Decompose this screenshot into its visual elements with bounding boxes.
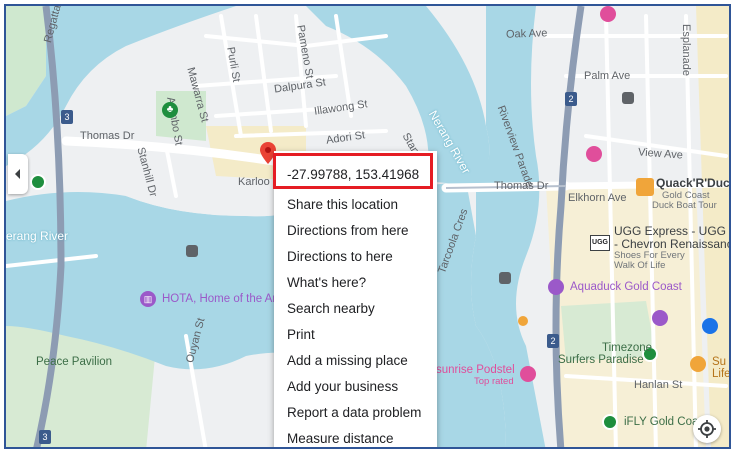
my-location-button[interactable] — [693, 415, 721, 443]
park-tree-icon[interactable]: ♣ — [162, 102, 178, 118]
poi-label[interactable]: HOTA, Home of the Arts — [162, 293, 285, 305]
park-marker-icon[interactable] — [602, 414, 618, 430]
route-shield-icon: 2 — [547, 334, 559, 348]
water-label: erang River — [6, 229, 69, 243]
menu-item-report-data-problem[interactable]: Report a data problem — [287, 405, 421, 420]
duck-boat-icon[interactable] — [636, 178, 654, 196]
menu-item-directions-to[interactable]: Directions to here — [287, 249, 393, 264]
attraction-icon[interactable] — [652, 310, 668, 326]
poi-label[interactable]: Aquaduck Gold Coast — [570, 281, 682, 293]
attraction-icon[interactable] — [548, 279, 564, 295]
menu-item-search-nearby[interactable]: Search nearby — [287, 301, 375, 316]
shopping-icon[interactable] — [702, 318, 718, 334]
street-label: Karloo — [238, 176, 270, 188]
poi-label[interactable]: - Chevron Renaissance — [614, 237, 729, 251]
hotel-icon[interactable] — [520, 366, 536, 382]
collapse-panel-button[interactable] — [8, 154, 28, 194]
poi-label[interactable]: Timezone — [602, 342, 652, 354]
transit-icon[interactable] — [499, 272, 511, 284]
museum-icon[interactable]: ▥ — [140, 291, 156, 307]
street-label: Elkhorn Ave — [568, 192, 627, 204]
route-shield-icon: 3 — [61, 110, 73, 124]
transit-icon[interactable] — [186, 245, 198, 257]
menu-item-whats-here[interactable]: What's here? — [287, 275, 366, 290]
street-label: Esplanade — [680, 24, 692, 76]
hotel-icon[interactable] — [600, 6, 616, 22]
poi-label[interactable]: iFLY Gold Coa — [624, 416, 698, 428]
hotel-icon[interactable] — [586, 146, 602, 162]
transit-icon[interactable] — [622, 92, 634, 104]
street-label: Oak Ave — [505, 27, 548, 41]
street-label: Hanlan St — [634, 379, 683, 391]
my-location-icon — [698, 420, 716, 438]
context-menu: -27.99788, 153.41968 Share this location… — [274, 151, 437, 447]
map-window: Regatta Parade Mawarra St Purli St Pamen… — [4, 4, 731, 449]
bar-icon[interactable] — [690, 356, 706, 372]
poi-sublabel: Duck Boat Tour — [652, 200, 717, 211]
menu-item-add-business[interactable]: Add your business — [287, 379, 398, 394]
poi-sublabel: Top rated — [474, 376, 514, 387]
poi-label[interactable]: Surfers Paradise — [558, 354, 644, 366]
poi-label[interactable]: Peace Pavilion — [36, 356, 112, 368]
chevron-left-icon — [15, 169, 20, 179]
street-label: Thomas Dr — [80, 130, 135, 142]
poi-sublabel: Walk Of Life — [614, 260, 666, 271]
menu-item-share-location[interactable]: Share this location — [287, 197, 398, 212]
poi-marker-icon[interactable] — [30, 174, 46, 190]
coordinates-highlight — [273, 153, 433, 189]
poi-label[interactable]: Quack'R'Duck — [656, 176, 729, 190]
route-shield-icon: 3 — [39, 430, 51, 444]
menu-item-print[interactable]: Print — [287, 327, 315, 342]
poi-label[interactable]: Su — [712, 356, 726, 368]
route-shield-icon: 2 — [565, 92, 577, 106]
location-marker-icon[interactable] — [518, 316, 528, 326]
menu-item-measure-distance[interactable]: Measure distance — [287, 431, 394, 446]
menu-item-directions-from[interactable]: Directions from here — [287, 223, 409, 238]
street-label: Palm Ave — [584, 70, 631, 82]
poi-label[interactable]: UGG Express - UGG Boo — [614, 224, 729, 238]
poi-label[interactable]: Life — [712, 368, 729, 380]
ugg-logo-icon[interactable]: UGG — [590, 235, 610, 251]
menu-item-add-missing-place[interactable]: Add a missing place — [287, 353, 408, 368]
poi-label[interactable]: sunrise Podstel — [436, 364, 515, 376]
